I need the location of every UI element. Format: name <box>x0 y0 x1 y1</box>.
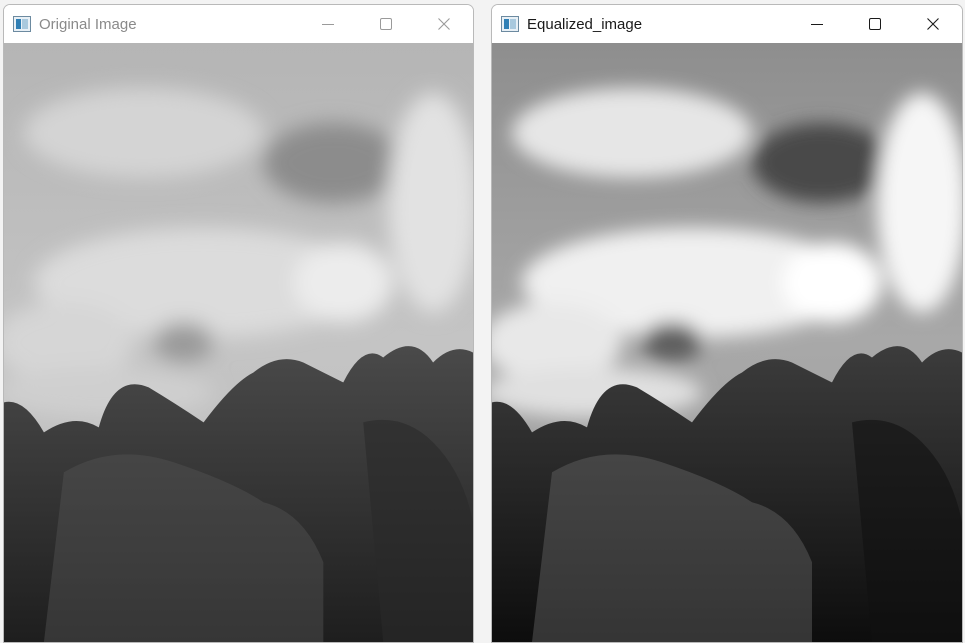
close-icon <box>927 18 939 30</box>
minimize-button[interactable] <box>788 5 846 43</box>
minimize-icon <box>811 24 823 25</box>
close-icon <box>438 18 450 30</box>
window-titlebar[interactable]: Original Image <box>4 5 473 43</box>
minimize-icon <box>322 24 334 25</box>
equalized-image-window[interactable]: Equalized_image <box>491 4 963 643</box>
opencv-window-icon <box>501 16 519 32</box>
opencv-window-icon <box>13 16 31 32</box>
maximize-icon <box>869 18 881 30</box>
maximize-icon <box>380 18 392 30</box>
minimize-button[interactable] <box>299 5 357 43</box>
maximize-button[interactable] <box>357 5 415 43</box>
close-button[interactable] <box>415 5 473 43</box>
original-image-window[interactable]: Original Image <box>3 4 474 643</box>
equalized-image-canvas <box>492 43 962 642</box>
window-titlebar[interactable]: Equalized_image <box>492 5 962 43</box>
window-title: Equalized_image <box>527 15 643 33</box>
close-button[interactable] <box>904 5 962 43</box>
window-title: Original Image <box>39 15 137 33</box>
original-image-canvas <box>4 43 473 642</box>
maximize-button[interactable] <box>846 5 904 43</box>
